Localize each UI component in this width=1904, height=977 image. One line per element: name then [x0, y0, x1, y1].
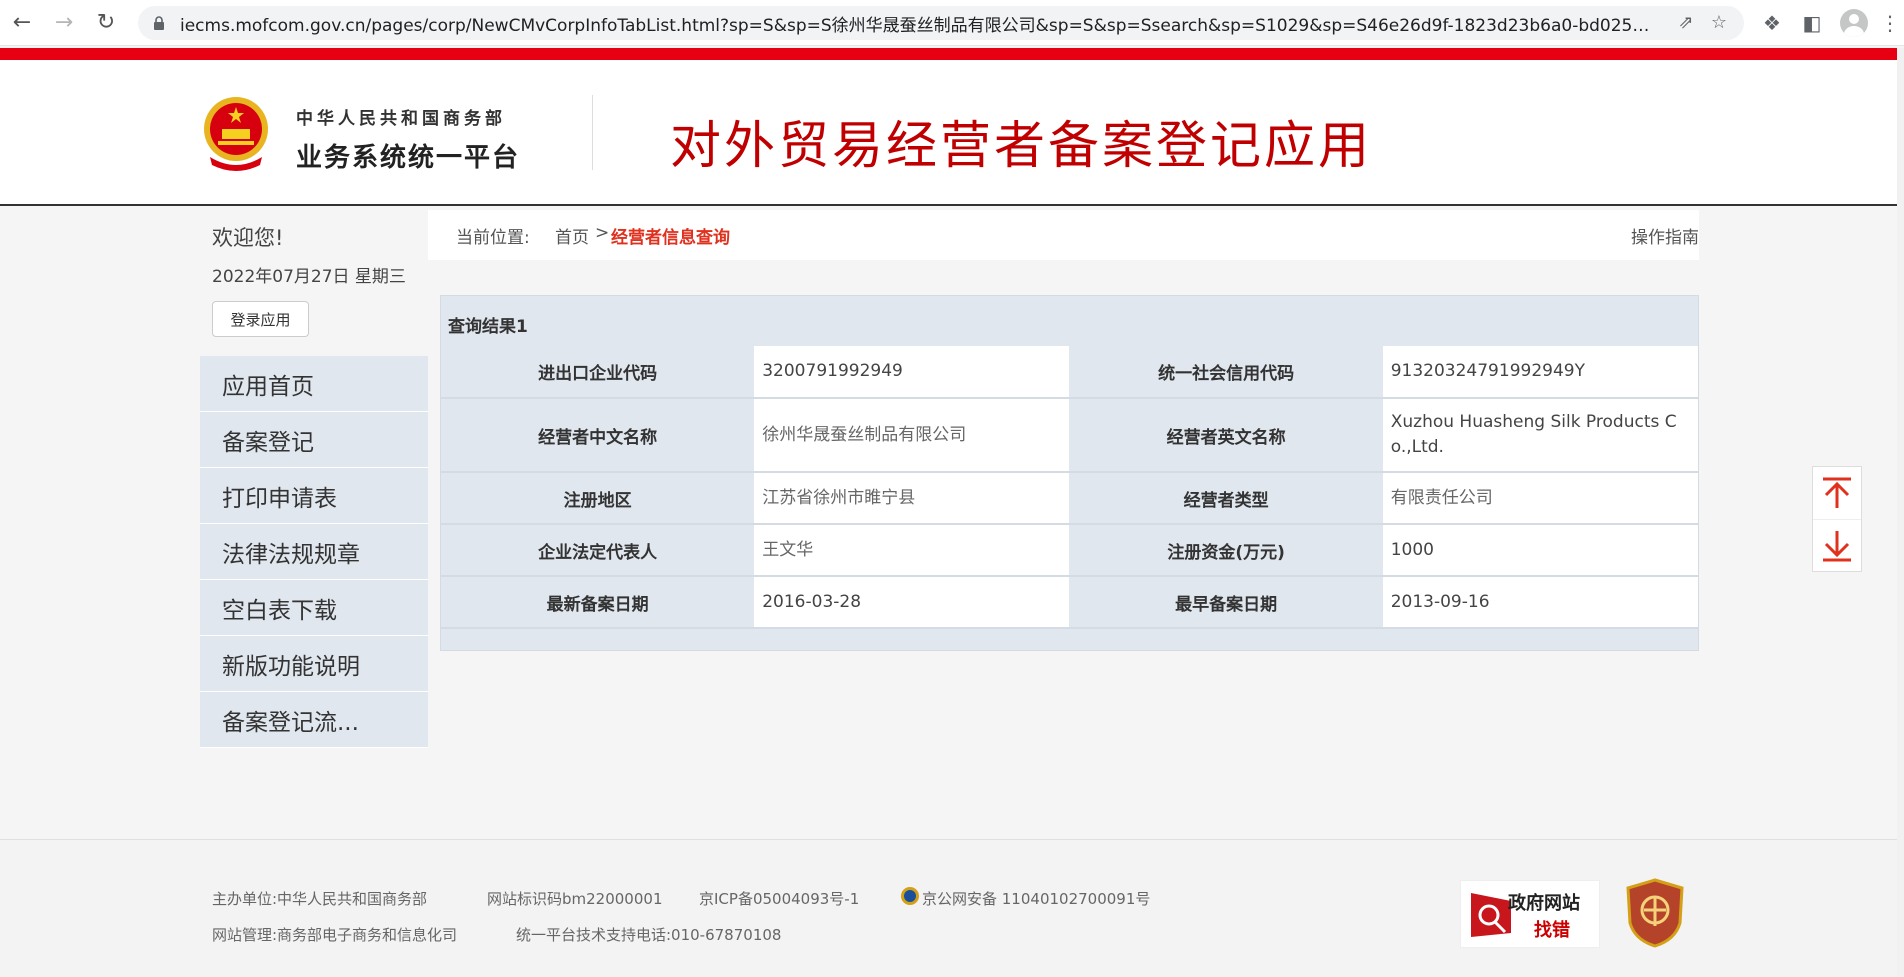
side-panel-icon[interactable]: ◧	[1800, 11, 1824, 35]
site-header: 中华人民共和国商务部 业务系统统一平台 对外贸易经营者备案登记应用	[0, 60, 1897, 206]
scroll-to-top-button[interactable]	[1813, 467, 1861, 519]
browser-menu-icon[interactable]: ⋮	[1880, 11, 1900, 35]
reload-icon[interactable]: ↻	[86, 3, 126, 43]
footer-site-id: 网站标识码bm22000001	[487, 890, 663, 908]
national-emblem-icon	[204, 97, 268, 171]
sidebar: 欢迎您! 2022年07月27日 星期三 登录应用 应用首页 备案登记 打印申请…	[200, 208, 428, 748]
field-value: 2013-09-16	[1382, 576, 1698, 629]
company-info-table: 进出口企业代码 3200791992949 统一社会信用代码 913203247…	[441, 346, 1698, 629]
breadcrumb-label: 当前位置:	[456, 228, 530, 248]
url-text[interactable]: iecms.mofcom.gov.cn/pages/corp/NewCMvCor…	[180, 11, 1660, 36]
field-label: 经营者中文名称	[441, 398, 755, 473]
back-icon[interactable]: ←	[2, 3, 42, 43]
field-label: 最新备案日期	[441, 576, 755, 629]
footer-host: 主办单位:中华人民共和国商务部	[212, 890, 428, 908]
field-value: 1000	[1382, 524, 1698, 577]
field-label: 统一社会信用代码	[1069, 346, 1383, 399]
browser-toolbar: ← → ↻ iecms.mofcom.gov.cn/pages/corp/New…	[0, 0, 1904, 46]
site-footer: 主办单位:中华人民共和国商务部 网站标识码bm22000001 京ICP备050…	[0, 839, 1897, 977]
bookmark-star-icon[interactable]: ☆	[1708, 12, 1730, 34]
address-bar[interactable]: iecms.mofcom.gov.cn/pages/corp/NewCMvCor…	[138, 6, 1744, 40]
sidebar-item-registration[interactable]: 备案登记	[200, 412, 428, 468]
result-title: 查询结果1	[448, 317, 528, 337]
breadcrumb: 当前位置: 首页 > 经营者信息查询 操作指南	[428, 210, 1699, 260]
arrow-down-icon	[1823, 530, 1851, 561]
scroll-to-bottom-button[interactable]	[1813, 519, 1861, 571]
sidebar-menu: 应用首页 备案登记 打印申请表 法律法规规章 空白表下载 新版功能说明 备案登记…	[200, 356, 428, 748]
footer-manager: 网站管理:商务部电子商务和信息化司	[212, 926, 458, 944]
share-icon[interactable]: ⇗	[1675, 12, 1697, 34]
sidebar-item-new-features[interactable]: 新版功能说明	[200, 636, 428, 692]
org-name: 中华人民共和国商务部	[296, 109, 506, 129]
login-app-button[interactable]: 登录应用	[212, 301, 309, 337]
gov-badge-line1: 政府网站	[1508, 893, 1580, 914]
police-badge-icon	[901, 887, 919, 905]
field-label: 进出口企业代码	[441, 346, 755, 399]
forward-icon[interactable]: →	[44, 3, 84, 43]
footer-police-link[interactable]: 京公网安备 11040102700091号	[922, 888, 1150, 909]
footer-icp-link[interactable]: 京ICP备05004093号-1	[699, 888, 859, 909]
magnifier-flag-icon	[1471, 893, 1511, 937]
extensions-icon[interactable]: ❖	[1760, 11, 1784, 35]
table-row: 最新备案日期 2016-03-28 最早备案日期 2013-09-16	[441, 576, 1698, 629]
field-label: 注册地区	[441, 472, 755, 525]
footer-support-phone: 统一平台技术支持电话:010-67870108	[516, 926, 782, 944]
gov-badge-line2: 找错	[1534, 920, 1570, 941]
arrow-up-icon	[1823, 477, 1851, 508]
field-value: 有限责任公司	[1382, 472, 1698, 525]
query-result-panel: 查询结果1 进出口企业代码 3200791992949 统一社会信用代码 913…	[440, 295, 1699, 651]
field-label: 注册资金(万元)	[1069, 524, 1383, 577]
table-row: 进出口企业代码 3200791992949 统一社会信用代码 913203247…	[441, 346, 1698, 399]
platform-name: 业务系统统一平台	[296, 143, 521, 173]
operation-guide-link[interactable]: 操作指南	[1631, 223, 1699, 248]
sidebar-item-print-form[interactable]: 打印申请表	[200, 468, 428, 524]
sidebar-item-home[interactable]: 应用首页	[200, 356, 428, 412]
field-label: 经营者英文名称	[1069, 398, 1383, 473]
table-row: 经营者中文名称 徐州华晟蚕丝制品有限公司 经营者英文名称 Xuzhou Huas…	[441, 398, 1698, 473]
current-date: 2022年07月27日 星期三	[212, 267, 406, 287]
field-value: 徐州华晟蚕丝制品有限公司	[754, 398, 1070, 473]
breadcrumb-separator: >	[595, 223, 610, 243]
field-label: 企业法定代表人	[441, 524, 755, 577]
field-value: 91320324791992949Y	[1382, 346, 1698, 399]
breadcrumb-home-link[interactable]: 首页	[555, 223, 589, 248]
sidebar-item-laws[interactable]: 法律法规规章	[200, 524, 428, 580]
welcome-panel: 欢迎您! 2022年07月27日 星期三 登录应用	[200, 208, 426, 356]
scroll-controls	[1812, 466, 1862, 572]
table-row: 企业法定代表人 王文华 注册资金(万元) 1000	[441, 524, 1698, 577]
page-scrollbar[interactable]	[1897, 48, 1904, 977]
profile-avatar[interactable]	[1840, 9, 1868, 37]
sidebar-item-process[interactable]: 备案登记流...	[200, 692, 428, 748]
main-content: 当前位置: 首页 > 经营者信息查询 操作指南 查询结果1 进出口企业代码 32…	[428, 210, 1699, 651]
field-value: 3200791992949	[754, 346, 1070, 399]
header-divider	[592, 95, 593, 170]
sidebar-item-blank-forms[interactable]: 空白表下载	[200, 580, 428, 636]
app-title: 对外贸易经营者备案登记应用	[670, 117, 1373, 176]
welcome-text: 欢迎您!	[212, 226, 284, 250]
field-value: Xuzhou Huasheng Silk Products Co.,Ltd.	[1382, 398, 1698, 473]
breadcrumb-current[interactable]: 经营者信息查询	[611, 223, 730, 248]
table-row: 注册地区 江苏省徐州市睢宁县 经营者类型 有限责任公司	[441, 472, 1698, 525]
field-label: 最早备案日期	[1069, 576, 1383, 629]
field-value: 江苏省徐州市睢宁县	[754, 472, 1070, 525]
field-value: 王文华	[754, 524, 1070, 577]
field-label: 经营者类型	[1069, 472, 1383, 525]
top-red-bar	[0, 48, 1897, 60]
lock-icon	[154, 16, 164, 30]
shield-logo-icon[interactable]	[1625, 878, 1685, 948]
field-value: 2016-03-28	[754, 576, 1070, 629]
